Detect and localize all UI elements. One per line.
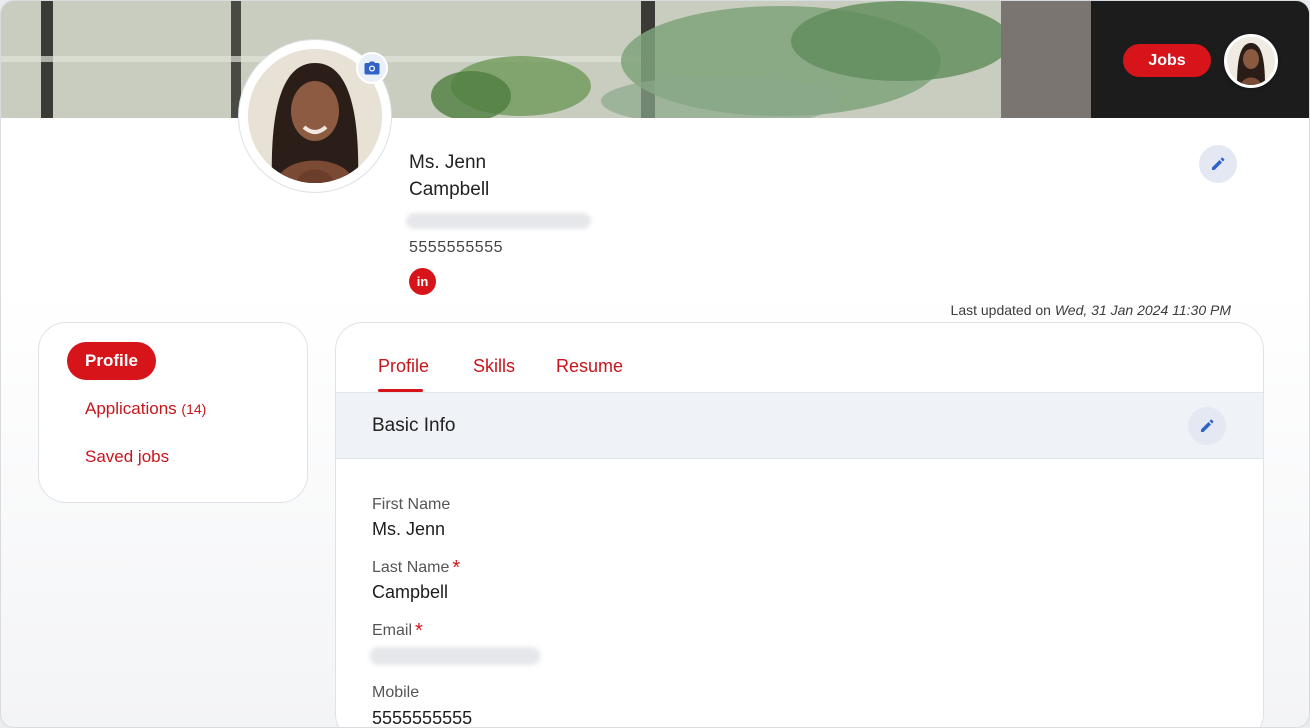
first-name-label: First Name	[372, 496, 451, 513]
last-updated-value: Wed, 31 Jan 2024 11:30 PM	[1054, 302, 1231, 318]
sidebar-item-applications-label: Applications	[85, 399, 177, 418]
active-tab-indicator	[378, 389, 423, 392]
linkedin-icon-label: in	[416, 274, 429, 289]
last-name-value: Campbell	[372, 582, 449, 602]
edit-basic-info-button[interactable]	[1188, 407, 1226, 445]
profile-name-line2: Campbell	[409, 179, 490, 200]
last-updated-prefix: Last updated on	[950, 302, 1051, 318]
banner-image	[1, 1, 1309, 118]
sidebar-nav: Profile Applications (14) Saved jobs	[38, 322, 308, 503]
profile-email-redacted	[406, 213, 591, 229]
required-marker: *	[415, 620, 423, 642]
profile-phone: 5555555555	[409, 239, 503, 256]
edit-profile-header-button[interactable]	[1199, 145, 1237, 183]
pencil-icon	[1212, 157, 1225, 170]
profile-name-line1: Ms. Jenn	[409, 152, 487, 173]
app-window: Jobs Ms. Jenn Campbell 5555555555 in Las…	[0, 0, 1310, 728]
first-name-value: Ms. Jenn	[372, 519, 446, 539]
jobs-button[interactable]: Jobs	[1123, 44, 1211, 77]
last-updated: Last updated on Wed, 31 Jan 2024 11:30 P…	[951, 302, 1231, 318]
basic-info-header: Basic Info	[336, 393, 1263, 459]
tab-skills[interactable]: Skills	[473, 356, 515, 377]
email-label-text: Email	[372, 622, 413, 639]
avatar-portrait	[1227, 37, 1275, 85]
last-name-label: Last Name *	[372, 557, 460, 580]
mobile-label: Mobile	[372, 684, 420, 701]
pencil-icon	[1201, 419, 1214, 432]
sidebar-item-profile[interactable]: Profile	[67, 342, 156, 380]
required-marker: *	[452, 557, 461, 579]
profile-tabs: Profile Skills Resume	[336, 323, 1263, 393]
camera-icon	[364, 61, 380, 75]
profile-name: Ms. Jenn Campbell	[409, 149, 549, 203]
section-title: Basic Info	[372, 415, 456, 436]
applications-count: (14)	[181, 401, 207, 417]
sidebar-item-applications[interactable]: Applications (14)	[85, 399, 206, 419]
profile-details-card: Profile Skills Resume Basic Info First N…	[335, 322, 1264, 728]
email-label: Email *	[372, 620, 423, 643]
sidebar-item-saved-jobs[interactable]: Saved jobs	[85, 447, 169, 467]
change-photo-button[interactable]	[356, 52, 388, 84]
email-value-redacted	[370, 647, 540, 665]
cover-banner: Jobs	[1, 1, 1309, 118]
tab-profile[interactable]: Profile	[378, 356, 429, 377]
last-name-label-text: Last Name	[372, 559, 450, 576]
user-avatar[interactable]	[1224, 34, 1278, 88]
mobile-value: 5555555555	[372, 708, 473, 728]
tab-resume[interactable]: Resume	[556, 356, 623, 377]
linkedin-icon[interactable]: in	[409, 268, 436, 295]
